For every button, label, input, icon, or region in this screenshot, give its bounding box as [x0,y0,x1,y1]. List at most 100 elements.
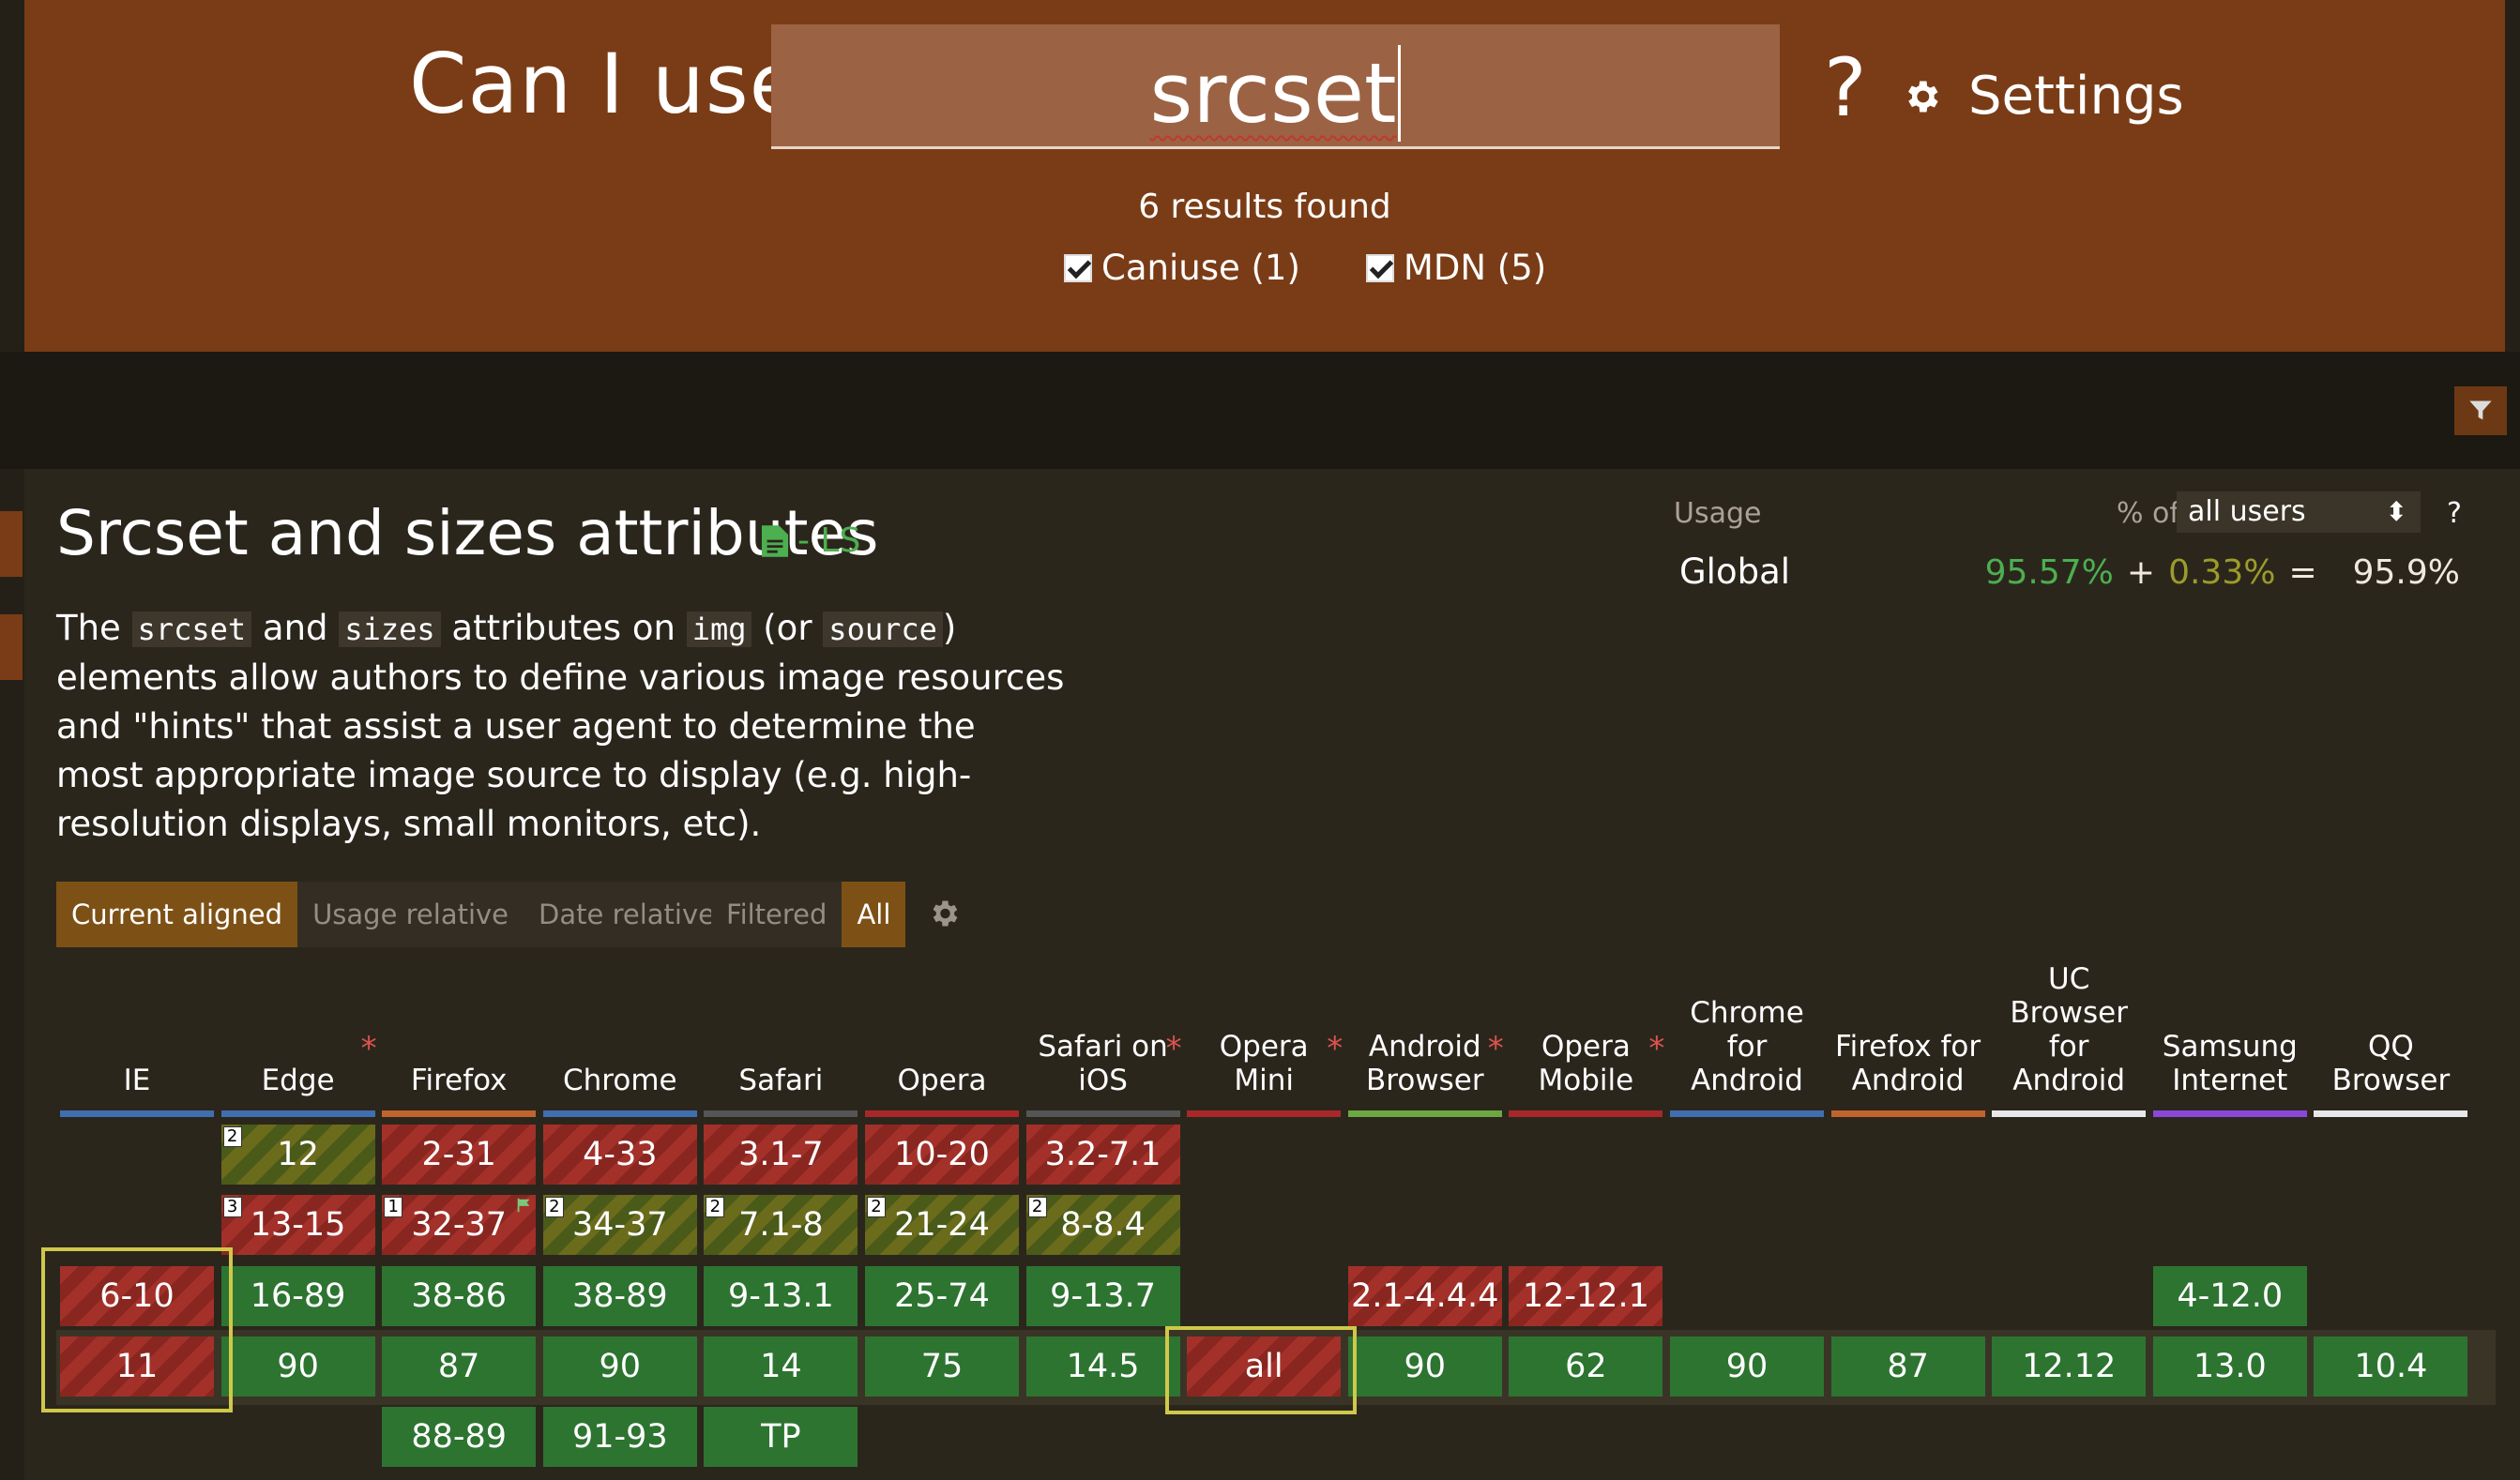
settings-button[interactable]: Settings [1901,66,2184,127]
support-cell[interactable]: 10.4 [2314,1337,2468,1397]
version-range: 38-86 [411,1277,508,1315]
support-cell[interactable]: 88-89 [382,1407,537,1467]
support-cell[interactable]: 13-15 3 [220,1195,375,1255]
tab-usage-relative[interactable]: Usage relative [297,882,524,947]
side-tab-link[interactable] [0,511,23,577]
browser-header[interactable]: UC Browser for Android [1992,947,2146,1097]
browser-name: Chrome [563,1064,677,1097]
table-settings-button[interactable] [927,897,961,934]
support-cell[interactable]: 14.5 [1025,1337,1180,1397]
browser-header[interactable]: Chrome [543,947,697,1097]
version-range: 10-20 [894,1136,990,1173]
browser-header[interactable]: Opera Mobile * [1509,947,1665,1097]
tab-filtered[interactable]: Filtered [711,882,843,947]
filter-caniuse[interactable]: Caniuse (1) [1064,248,1300,288]
support-cell[interactable]: 4-33 [542,1125,697,1185]
search-input[interactable]: srcset [771,24,1780,149]
browser-header[interactable]: Safari [704,947,858,1097]
browser-header[interactable]: Samsung Internet [2153,947,2307,1097]
support-cell[interactable]: 62 [1509,1337,1663,1397]
support-cell[interactable]: 90 [1347,1337,1502,1397]
partial-support-pct: 0.33% [2168,553,2276,592]
ie-highlight [41,1247,233,1412]
support-cell[interactable]: 90 [220,1337,375,1397]
version-range: 16-89 [250,1277,346,1315]
browser-name: Samsung Internet [2162,1030,2298,1097]
support-cell[interactable]: 14 [704,1337,858,1397]
browser-name: Edge [261,1064,335,1097]
support-cell[interactable]: 9-13.7 [1025,1266,1180,1326]
note-badge: 2 [867,1197,886,1217]
browser-name: Opera [897,1064,987,1097]
support-cell[interactable]: 2.1-4.4.4 [1347,1266,1502,1326]
support-cell[interactable]: 3.1-7 [704,1125,858,1185]
support-cell[interactable]: 87 [382,1337,537,1397]
filter-toggle-button[interactable] [2454,386,2507,435]
spec-status[interactable]: - LS [762,521,860,560]
support-cell[interactable]: 12 2 [220,1125,375,1185]
mdn-checkbox[interactable] [1365,253,1394,282]
support-cell[interactable]: 87 [1830,1337,1985,1397]
support-cell[interactable]: 16-89 [220,1266,375,1326]
code-srcset: srcset [131,612,252,647]
support-cell[interactable]: 13.0 [2152,1337,2307,1397]
support-cell[interactable]: 38-89 [542,1266,697,1326]
equals-sign: = [2288,553,2317,592]
browser-header[interactable]: Chrome for Android [1670,947,1824,1097]
support-cell[interactable]: 12-12.1 [1509,1266,1663,1326]
support-cell[interactable]: 32-37 1 [382,1195,537,1255]
tab-all[interactable]: All [842,882,906,947]
support-cell[interactable]: 90 [542,1337,697,1397]
note-badge: 2 [1027,1197,1047,1217]
support-cell[interactable]: 25-74 [865,1266,1019,1326]
usage-label: Usage [1674,497,1762,530]
code-img: img [686,612,752,647]
browser-header[interactable]: IE [60,947,214,1097]
support-cell[interactable]: TP [704,1407,858,1467]
version-range: 88-89 [411,1418,508,1456]
browser-header[interactable]: Opera Mini * [1187,947,1343,1097]
tab-current-aligned[interactable]: Current aligned [56,882,298,947]
feature-title: Srcset and sizes attributes [56,497,879,569]
users-select[interactable]: all users [2177,491,2421,533]
browser-header[interactable]: Edge * [221,947,377,1097]
support-cell[interactable]: 12.12 [1992,1337,2147,1397]
browser-name: Firefox for Android [1835,1030,1981,1097]
asterisk-icon: * [1165,1030,1182,1067]
support-cell[interactable]: 7.1-8 2 [704,1195,858,1255]
support-cell[interactable]: 91-93 [542,1407,697,1467]
version-range: 62 [1565,1348,1607,1385]
version-range: 25-74 [894,1277,990,1315]
browser-color-bar [1347,1110,1502,1117]
global-usage: 95.57% + 0.33% = 95.9% [1985,553,2460,592]
support-cell[interactable]: 10-20 [865,1125,1019,1185]
support-cell[interactable]: 21-24 2 [865,1195,1019,1255]
browser-color-bar [1992,1110,2147,1117]
support-cell[interactable]: 38-86 [382,1266,537,1326]
browser-name: Android Browser [1365,1030,1484,1097]
support-cell[interactable]: 34-37 2 [542,1195,697,1255]
usage-help[interactable]: ? [2447,497,2462,530]
support-cell[interactable]: 90 [1670,1337,1824,1397]
support-cell[interactable]: 9-13.1 [704,1266,858,1326]
browser-header[interactable]: Firefox [382,947,536,1097]
support-cell[interactable]: 75 [865,1337,1019,1397]
version-range: 4-33 [583,1136,658,1173]
side-tab-star[interactable] [0,614,23,680]
tab-date-relative[interactable]: Date relative [524,882,730,947]
filter-mdn[interactable]: MDN (5) [1365,248,1546,288]
support-cell[interactable]: 3.2-7.1 [1025,1125,1180,1185]
support-cell[interactable]: 4-12.0 [2152,1266,2307,1326]
asterisk-icon: * [1648,1030,1665,1067]
view-tabs: Current aligned Usage relative Date rela… [56,882,730,947]
browser-header[interactable]: Opera [865,947,1019,1097]
browser-header[interactable]: Android Browser * [1348,947,1504,1097]
support-cell[interactable]: 8-8.4 2 [1025,1195,1180,1255]
caniuse-checkbox[interactable] [1064,253,1092,282]
browser-header[interactable]: QQ Browser [2314,947,2467,1097]
browser-header[interactable]: Safari on iOS * [1026,947,1182,1097]
support-cell[interactable]: 2-31 [382,1125,537,1185]
version-range: 34-37 [571,1206,668,1244]
browser-header[interactable]: Firefox for Android [1831,947,1985,1097]
desc-text: attributes on [440,608,687,648]
